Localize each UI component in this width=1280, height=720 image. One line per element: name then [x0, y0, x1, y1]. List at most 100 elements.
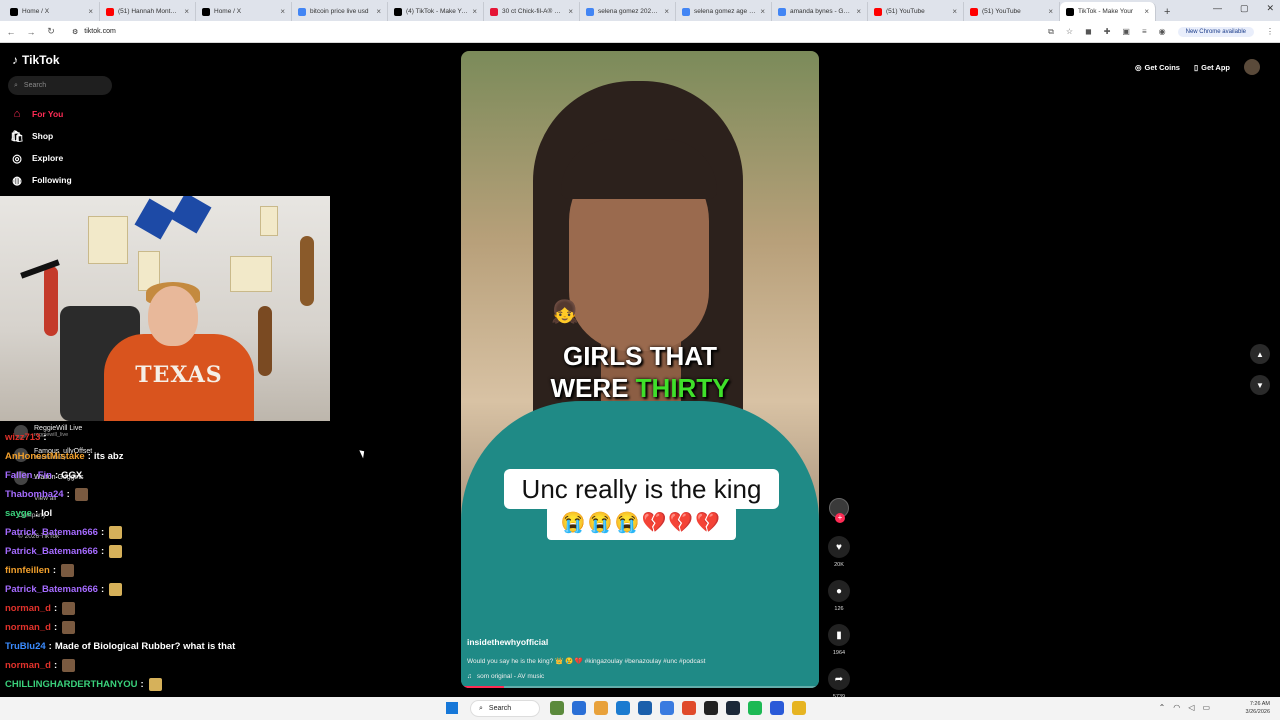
tab-close-icon[interactable]: × — [280, 7, 285, 16]
taskbar-clock[interactable]: 7:26 AM 3/26/2026 — [1246, 700, 1270, 716]
profile-icon[interactable]: ◉ — [1159, 27, 1166, 36]
tab-close-icon[interactable]: × — [184, 7, 189, 16]
sidebar-item-shop[interactable]: 🛍 Shop — [10, 125, 72, 147]
like-button[interactable]: ♥ — [828, 536, 850, 558]
folder-icon[interactable] — [594, 701, 608, 715]
tab-close-icon[interactable]: × — [1144, 7, 1149, 16]
chat-username[interactable]: Thabomba24 — [5, 489, 64, 500]
video-player[interactable]: 👧 GIRLS THAT WERE THIRTY Unc really is t… — [461, 51, 819, 688]
chat-username[interactable]: norman_d — [5, 622, 51, 633]
extension-icon[interactable]: ◼ — [1085, 27, 1092, 36]
save-count: 1964 — [832, 650, 846, 656]
sidepanel-icon[interactable]: ▣ — [1122, 27, 1130, 36]
volume-icon[interactable]: ◁ — [1188, 703, 1194, 712]
reload-icon[interactable]: ↻ — [46, 26, 56, 37]
sidebar-item-following[interactable]: ◍ Following — [10, 169, 71, 191]
tab-close-icon[interactable]: × — [952, 7, 957, 16]
sidebar-item-explore[interactable]: ◎ Explore — [10, 147, 72, 169]
app-icon[interactable] — [660, 701, 674, 715]
tab-close-icon[interactable]: × — [568, 7, 573, 16]
chat-username[interactable]: norman_d — [5, 660, 51, 671]
url-field[interactable]: ⚙ tiktok.com — [72, 28, 116, 36]
video-progress-bar[interactable] — [461, 686, 819, 688]
chat-username[interactable]: norman_d — [5, 603, 51, 614]
chat-username[interactable]: TruBlu24 — [5, 641, 46, 652]
chrome-icon[interactable] — [682, 701, 696, 715]
video-music[interactable]: ♫ som original - AV music — [467, 673, 544, 680]
chat-username[interactable]: wizz713 — [5, 432, 40, 443]
browser-tab[interactable]: amanda bynes - Goog × — [772, 2, 868, 21]
browser-tab[interactable]: bitcoin price live usd × — [292, 2, 388, 21]
app-icon[interactable] — [704, 701, 718, 715]
chat-username[interactable]: finnfeillen — [5, 565, 50, 576]
tab-close-icon[interactable]: × — [1048, 7, 1053, 16]
tab-close-icon[interactable]: × — [760, 7, 765, 16]
browser-tab[interactable]: selena gomez age - Go × — [676, 2, 772, 21]
chat-username[interactable]: AnHonestMistake — [5, 451, 85, 462]
chat-username[interactable]: Patrick_Bateman666 — [5, 584, 98, 595]
user-avatar[interactable] — [1244, 59, 1260, 75]
get-app-button[interactable]: ▯ Get App — [1194, 63, 1230, 72]
puzzle-icon[interactable]: ✚ — [1104, 27, 1111, 36]
search-input[interactable]: ⌕ Search — [8, 76, 112, 95]
tab-close-icon[interactable]: × — [376, 7, 381, 16]
comment-button[interactable]: ● — [828, 580, 850, 602]
chat-emote-icon — [109, 545, 123, 558]
app-icon[interactable] — [550, 701, 564, 715]
tab-close-icon[interactable]: × — [856, 7, 861, 16]
menu-icon[interactable]: ⋮ — [1266, 27, 1274, 36]
site-info-icon[interactable]: ⚙ — [72, 28, 78, 36]
browser-tab[interactable]: TikTok - Make Your × — [1060, 2, 1156, 21]
follow-plus-icon[interactable]: + — [835, 513, 845, 523]
media-icon[interactable]: ≡ — [1142, 27, 1147, 36]
tab-close-icon[interactable]: × — [88, 7, 93, 16]
app-icon[interactable] — [572, 701, 586, 715]
sidebar-item-for-you[interactable]: ⌂ For You — [10, 103, 72, 125]
chat-separator: : — [53, 660, 58, 671]
chat-username[interactable]: CHILLINGHARDERTHANYOU — [5, 679, 137, 690]
chat-username[interactable]: Fallen_Fin — [5, 470, 52, 481]
update-chrome-button[interactable]: New Chrome available — [1177, 26, 1254, 37]
edge-icon[interactable] — [616, 701, 630, 715]
bookmark-star-icon[interactable]: ☆ — [1066, 27, 1073, 36]
browser-tab[interactable]: (51) YouTube × — [868, 2, 964, 21]
maximize-icon[interactable]: ▢ — [1240, 3, 1249, 14]
creator-avatar[interactable]: + — [829, 498, 849, 523]
tiktok-logo[interactable]: ♪ TikTok — [12, 53, 60, 67]
store-icon[interactable] — [638, 701, 652, 715]
steam-icon[interactable] — [726, 701, 740, 715]
app-icon[interactable] — [770, 701, 784, 715]
windows-start-icon[interactable] — [446, 702, 458, 714]
browser-tab[interactable]: Home / X × — [196, 2, 292, 21]
wifi-icon[interactable]: ◠ — [1173, 703, 1180, 712]
browser-tab[interactable]: (51) YouTube × — [964, 2, 1060, 21]
minimize-icon[interactable]: — — [1213, 3, 1222, 14]
browser-tab[interactable]: 30 ct Chick-fil-A® Nug × — [484, 2, 580, 21]
app-icon[interactable] — [792, 701, 806, 715]
save-button[interactable]: ▮ — [828, 624, 850, 646]
close-window-icon[interactable]: ✕ — [1266, 3, 1274, 14]
tab-close-icon[interactable]: × — [472, 7, 477, 16]
spotify-icon[interactable] — [748, 701, 762, 715]
next-video-button[interactable]: ▼ — [1250, 375, 1270, 395]
chat-message: sayge: lol — [5, 504, 305, 523]
browser-tab[interactable]: selena gomez 2026 - G × — [580, 2, 676, 21]
browser-tab[interactable]: Home / X × — [4, 2, 100, 21]
video-author[interactable]: insidethewhyofficial — [467, 637, 548, 647]
get-coins-button[interactable]: ◎ Get Coins — [1135, 63, 1180, 72]
back-icon[interactable]: ← — [6, 27, 16, 37]
forward-icon[interactable]: → — [26, 27, 36, 37]
tab-close-icon[interactable]: × — [664, 7, 669, 16]
chat-username[interactable]: sayge — [5, 508, 32, 519]
new-tab-icon[interactable]: + — [1156, 2, 1178, 21]
battery-icon[interactable]: ▭ — [1202, 703, 1210, 712]
chat-username[interactable]: Patrick_Bateman666 — [5, 546, 98, 557]
taskbar-search[interactable]: ⌕ Search — [470, 700, 540, 717]
browser-tab[interactable]: (4) TikTok - Make Your × — [388, 2, 484, 21]
chat-username[interactable]: Patrick_Bateman666 — [5, 527, 98, 538]
browser-tab[interactable]: (51) Hannah Montana × — [100, 2, 196, 21]
share-button[interactable]: ➦ — [828, 668, 850, 690]
previous-video-button[interactable]: ▲ — [1250, 344, 1270, 364]
install-icon[interactable]: ⧉ — [1048, 27, 1054, 37]
chevron-up-icon[interactable]: ⌃ — [1159, 703, 1166, 712]
